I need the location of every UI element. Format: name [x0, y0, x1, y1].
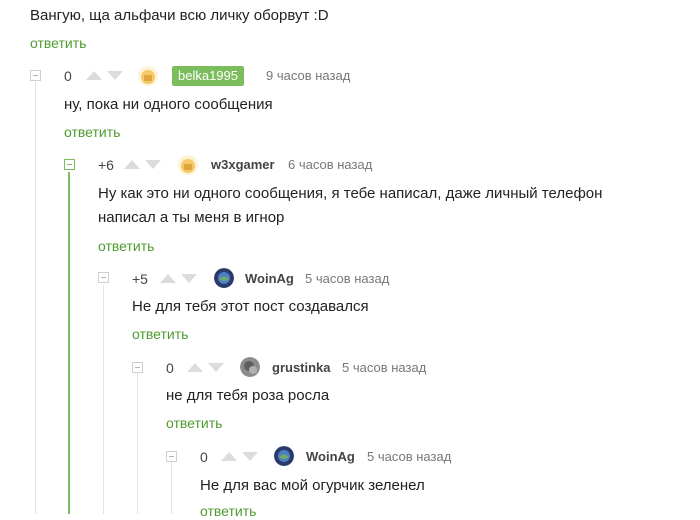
thread-line[interactable] — [103, 285, 104, 514]
comment-text: не для тебя роза росла — [166, 387, 330, 404]
avatar[interactable] — [138, 66, 158, 86]
comment-text: Ну как это ни одного сообщения, я тебе н… — [98, 185, 603, 202]
reply-link[interactable]: ответить — [200, 502, 256, 520]
upvote-icon[interactable] — [124, 160, 140, 169]
avatar[interactable] — [240, 357, 260, 377]
comment-score: +5 — [132, 271, 148, 287]
collapse-icon[interactable] — [30, 70, 41, 81]
comment-score: 0 — [200, 449, 208, 465]
reply-link[interactable]: ответить — [64, 123, 120, 141]
comment-text: Вангую, ща альфачи всю личку оборвут :D — [30, 7, 329, 24]
username[interactable]: WoinAg — [306, 448, 355, 466]
collapse-icon[interactable] — [98, 272, 109, 283]
comment-time: 9 часов назад — [266, 68, 351, 83]
comment-time: 5 часов назад — [367, 449, 452, 464]
downvote-icon[interactable] — [145, 160, 161, 169]
upvote-icon[interactable] — [221, 452, 237, 461]
comment-score: 0 — [64, 68, 72, 84]
upvote-icon[interactable] — [160, 274, 176, 283]
thread-line[interactable] — [68, 172, 70, 514]
comment-text: Не для тебя этот пост создавался — [132, 298, 369, 315]
downvote-icon[interactable] — [181, 274, 197, 283]
comment-time: 6 часов назад — [288, 157, 373, 172]
reply-link[interactable]: ответить — [98, 237, 154, 255]
username-badge[interactable]: belka1995 — [172, 66, 244, 86]
collapse-icon[interactable] — [64, 159, 75, 170]
downvote-icon[interactable] — [107, 71, 123, 80]
comment-score: +6 — [98, 157, 114, 173]
avatar[interactable] — [178, 155, 198, 175]
thread-line[interactable] — [35, 82, 36, 514]
thread-line[interactable] — [171, 462, 172, 514]
collapse-icon[interactable] — [166, 451, 177, 462]
upvote-icon[interactable] — [187, 363, 203, 372]
downvote-icon[interactable] — [242, 452, 258, 461]
reply-link[interactable]: ответить — [166, 414, 222, 432]
collapse-icon[interactable] — [132, 362, 143, 373]
reply-link[interactable]: ответить — [132, 325, 188, 343]
avatar[interactable] — [274, 446, 294, 466]
comment-text: написал а ты меня в игнор — [98, 209, 285, 226]
avatar[interactable] — [214, 268, 234, 288]
comment-time: 5 часов назад — [305, 271, 390, 286]
reply-link[interactable]: ответить — [30, 34, 86, 52]
thread-line[interactable] — [137, 373, 138, 514]
comment-time: 5 часов назад — [342, 360, 427, 375]
upvote-icon[interactable] — [86, 71, 102, 80]
comment-score: 0 — [166, 360, 174, 376]
username[interactable]: w3xgamer — [211, 156, 275, 174]
username[interactable]: WoinAg — [245, 270, 294, 288]
username[interactable]: grustinka — [272, 359, 331, 377]
comment-text: ну, пока ни одного сообщения — [64, 96, 273, 113]
downvote-icon[interactable] — [208, 363, 224, 372]
comment-text: Не для вас мой огурчик зеленел — [200, 477, 425, 494]
